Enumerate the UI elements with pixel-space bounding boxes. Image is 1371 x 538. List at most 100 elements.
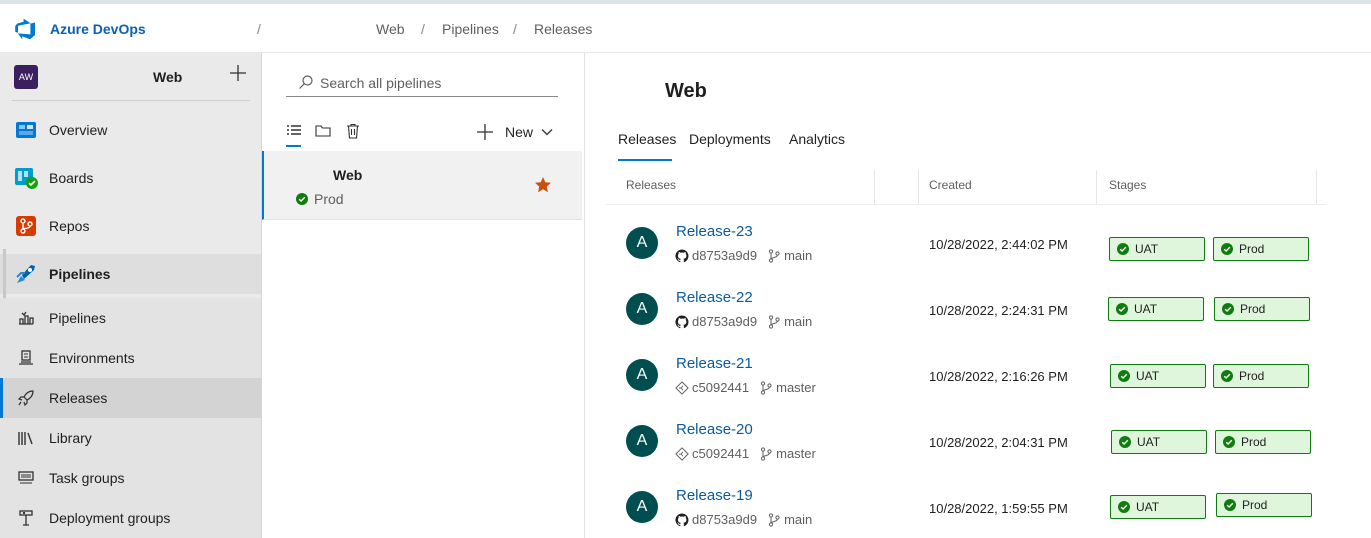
repos-icon — [14, 214, 38, 238]
branch-name: master — [776, 380, 816, 395]
new-button[interactable]: New — [476, 121, 558, 143]
created-date: 10/28/2022, 2:44:02 PM — [929, 237, 1068, 252]
success-icon — [1119, 436, 1131, 448]
column-separator — [918, 170, 919, 204]
branch-icon — [768, 248, 780, 263]
branch-name: main — [784, 314, 813, 329]
brand-link[interactable]: Azure DevOps — [50, 21, 146, 37]
column-separator — [1316, 170, 1317, 204]
favorite-star-icon[interactable] — [534, 176, 552, 194]
nav-item-releases[interactable]: Releases — [0, 378, 261, 418]
left-sidebar: AW Web Overview Boards Repos Pipelines P… — [0, 53, 262, 538]
success-icon — [296, 193, 308, 205]
commit-id: c5092441 — [692, 380, 750, 395]
nav-label: Environments — [49, 350, 135, 366]
stage-badge-uat[interactable]: UAT — [1109, 237, 1205, 261]
stage-badge-prod[interactable]: Prod — [1213, 237, 1309, 261]
azure-repos-icon — [675, 446, 689, 461]
pipeline-last-stage: Prod — [314, 191, 344, 207]
project-name: Web — [153, 69, 183, 85]
top-header: Azure DevOps / Web / Pipelines / Release… — [0, 4, 1371, 53]
nav-item-boards[interactable]: Boards — [0, 158, 261, 198]
avatar: A — [626, 227, 658, 259]
trash-icon[interactable] — [345, 123, 361, 139]
release-link[interactable]: Release-21 — [676, 355, 753, 372]
release-link[interactable]: Release-23 — [676, 223, 753, 240]
stage-label: UAT — [1136, 500, 1160, 514]
stage-label: Prod — [1240, 302, 1266, 316]
release-link[interactable]: Release-19 — [676, 487, 753, 504]
created-date: 10/28/2022, 2:24:31 PM — [929, 303, 1068, 318]
stage-badge-uat[interactable]: UAT — [1108, 297, 1204, 321]
commit-id: c5092441 — [692, 446, 750, 461]
release-link[interactable]: Release-22 — [676, 289, 753, 306]
stage-badge-uat[interactable]: UAT — [1110, 495, 1206, 519]
column-header-created[interactable]: Created — [929, 178, 972, 192]
nav-item-overview[interactable]: Overview — [0, 110, 261, 150]
nav-item-library[interactable]: Library — [0, 418, 261, 458]
table-row[interactable]: A Release-22 d8753a9d9 main 10/28/2022, … — [606, 277, 1326, 343]
release-meta: c5092441 master — [675, 446, 816, 461]
stage-badge-uat[interactable]: UAT — [1111, 430, 1207, 454]
project-selector[interactable]: AW Web — [0, 53, 261, 101]
release-link[interactable]: Release-20 — [676, 421, 753, 438]
nav-item-pipelines[interactable]: Pipelines — [0, 254, 261, 294]
github-icon — [675, 314, 689, 328]
list-view-icon[interactable] — [286, 123, 302, 139]
commit-id: d8753a9d9 — [692, 512, 758, 527]
nav-item-repos[interactable]: Repos — [0, 206, 261, 246]
library-icon — [16, 428, 36, 448]
created-date: 10/28/2022, 2:04:31 PM — [929, 435, 1068, 450]
tab-deployments[interactable]: Deployments — [689, 131, 771, 147]
stage-label: Prod — [1241, 435, 1267, 449]
header-divider — [606, 204, 1326, 205]
overview-icon — [14, 118, 38, 142]
table-row[interactable]: A Release-19 d8753a9d9 main 10/28/2022, … — [606, 475, 1326, 538]
branch-icon — [761, 446, 772, 461]
stage-label: Prod — [1239, 242, 1265, 256]
search-input[interactable] — [320, 73, 550, 93]
breadcrumb-pipelines[interactable]: Pipelines — [442, 21, 499, 37]
github-icon — [675, 512, 689, 526]
nav-item-pipelines-sub[interactable]: Pipelines — [0, 298, 261, 338]
breadcrumb-releases[interactable]: Releases — [534, 21, 592, 37]
breadcrumb-project[interactable]: Web — [376, 21, 405, 37]
task-groups-icon — [16, 468, 36, 488]
table-row[interactable]: A Release-21 c5092441 master 10/28/2022,… — [606, 343, 1326, 409]
table-row[interactable]: A Release-20 c5092441 master 10/28/2022,… — [606, 409, 1326, 475]
branch-name: main — [784, 248, 813, 263]
table-row[interactable]: A Release-23 d8753a9d9 main 10/28/2022, … — [606, 211, 1326, 277]
commit-id: d8753a9d9 — [692, 314, 758, 329]
folder-icon[interactable] — [315, 123, 331, 139]
stage-badge-prod[interactable]: Prod — [1214, 297, 1310, 321]
stage-label: UAT — [1134, 302, 1158, 316]
nav-item-deployment-groups[interactable]: Deployment groups — [0, 498, 261, 538]
add-icon[interactable] — [228, 63, 248, 83]
success-icon — [1116, 303, 1128, 315]
tab-releases[interactable]: Releases — [618, 131, 676, 147]
column-header-stages[interactable]: Stages — [1109, 178, 1146, 192]
created-date: 10/28/2022, 2:16:26 PM — [929, 369, 1068, 384]
nav-item-task-groups[interactable]: Task groups — [0, 458, 261, 498]
deployment-groups-icon — [16, 508, 36, 528]
column-header-releases[interactable]: Releases — [626, 178, 676, 192]
column-separator — [874, 170, 875, 204]
chevron-down-icon — [541, 129, 553, 136]
stage-badge-prod[interactable]: Prod — [1216, 493, 1312, 517]
pipeline-item-web[interactable]: Web Prod — [262, 151, 582, 220]
stage-badge-prod[interactable]: Prod — [1215, 430, 1311, 454]
stage-label: UAT — [1137, 435, 1161, 449]
azure-devops-logo-icon[interactable] — [15, 18, 37, 40]
created-date: 10/28/2022, 1:59:55 PM — [929, 501, 1068, 516]
github-icon — [675, 248, 689, 262]
pipeline-list-pane: New Web Prod — [262, 53, 585, 538]
stage-label: Prod — [1239, 369, 1265, 383]
environments-icon — [16, 348, 36, 368]
search-box[interactable] — [286, 69, 558, 97]
plus-icon — [477, 124, 493, 140]
stage-badge-uat[interactable]: UAT — [1110, 364, 1206, 388]
nav-item-environments[interactable]: Environments — [0, 338, 261, 378]
tab-analytics[interactable]: Analytics — [789, 131, 845, 147]
stage-badge-prod[interactable]: Prod — [1213, 364, 1309, 388]
avatar: A — [626, 425, 658, 457]
